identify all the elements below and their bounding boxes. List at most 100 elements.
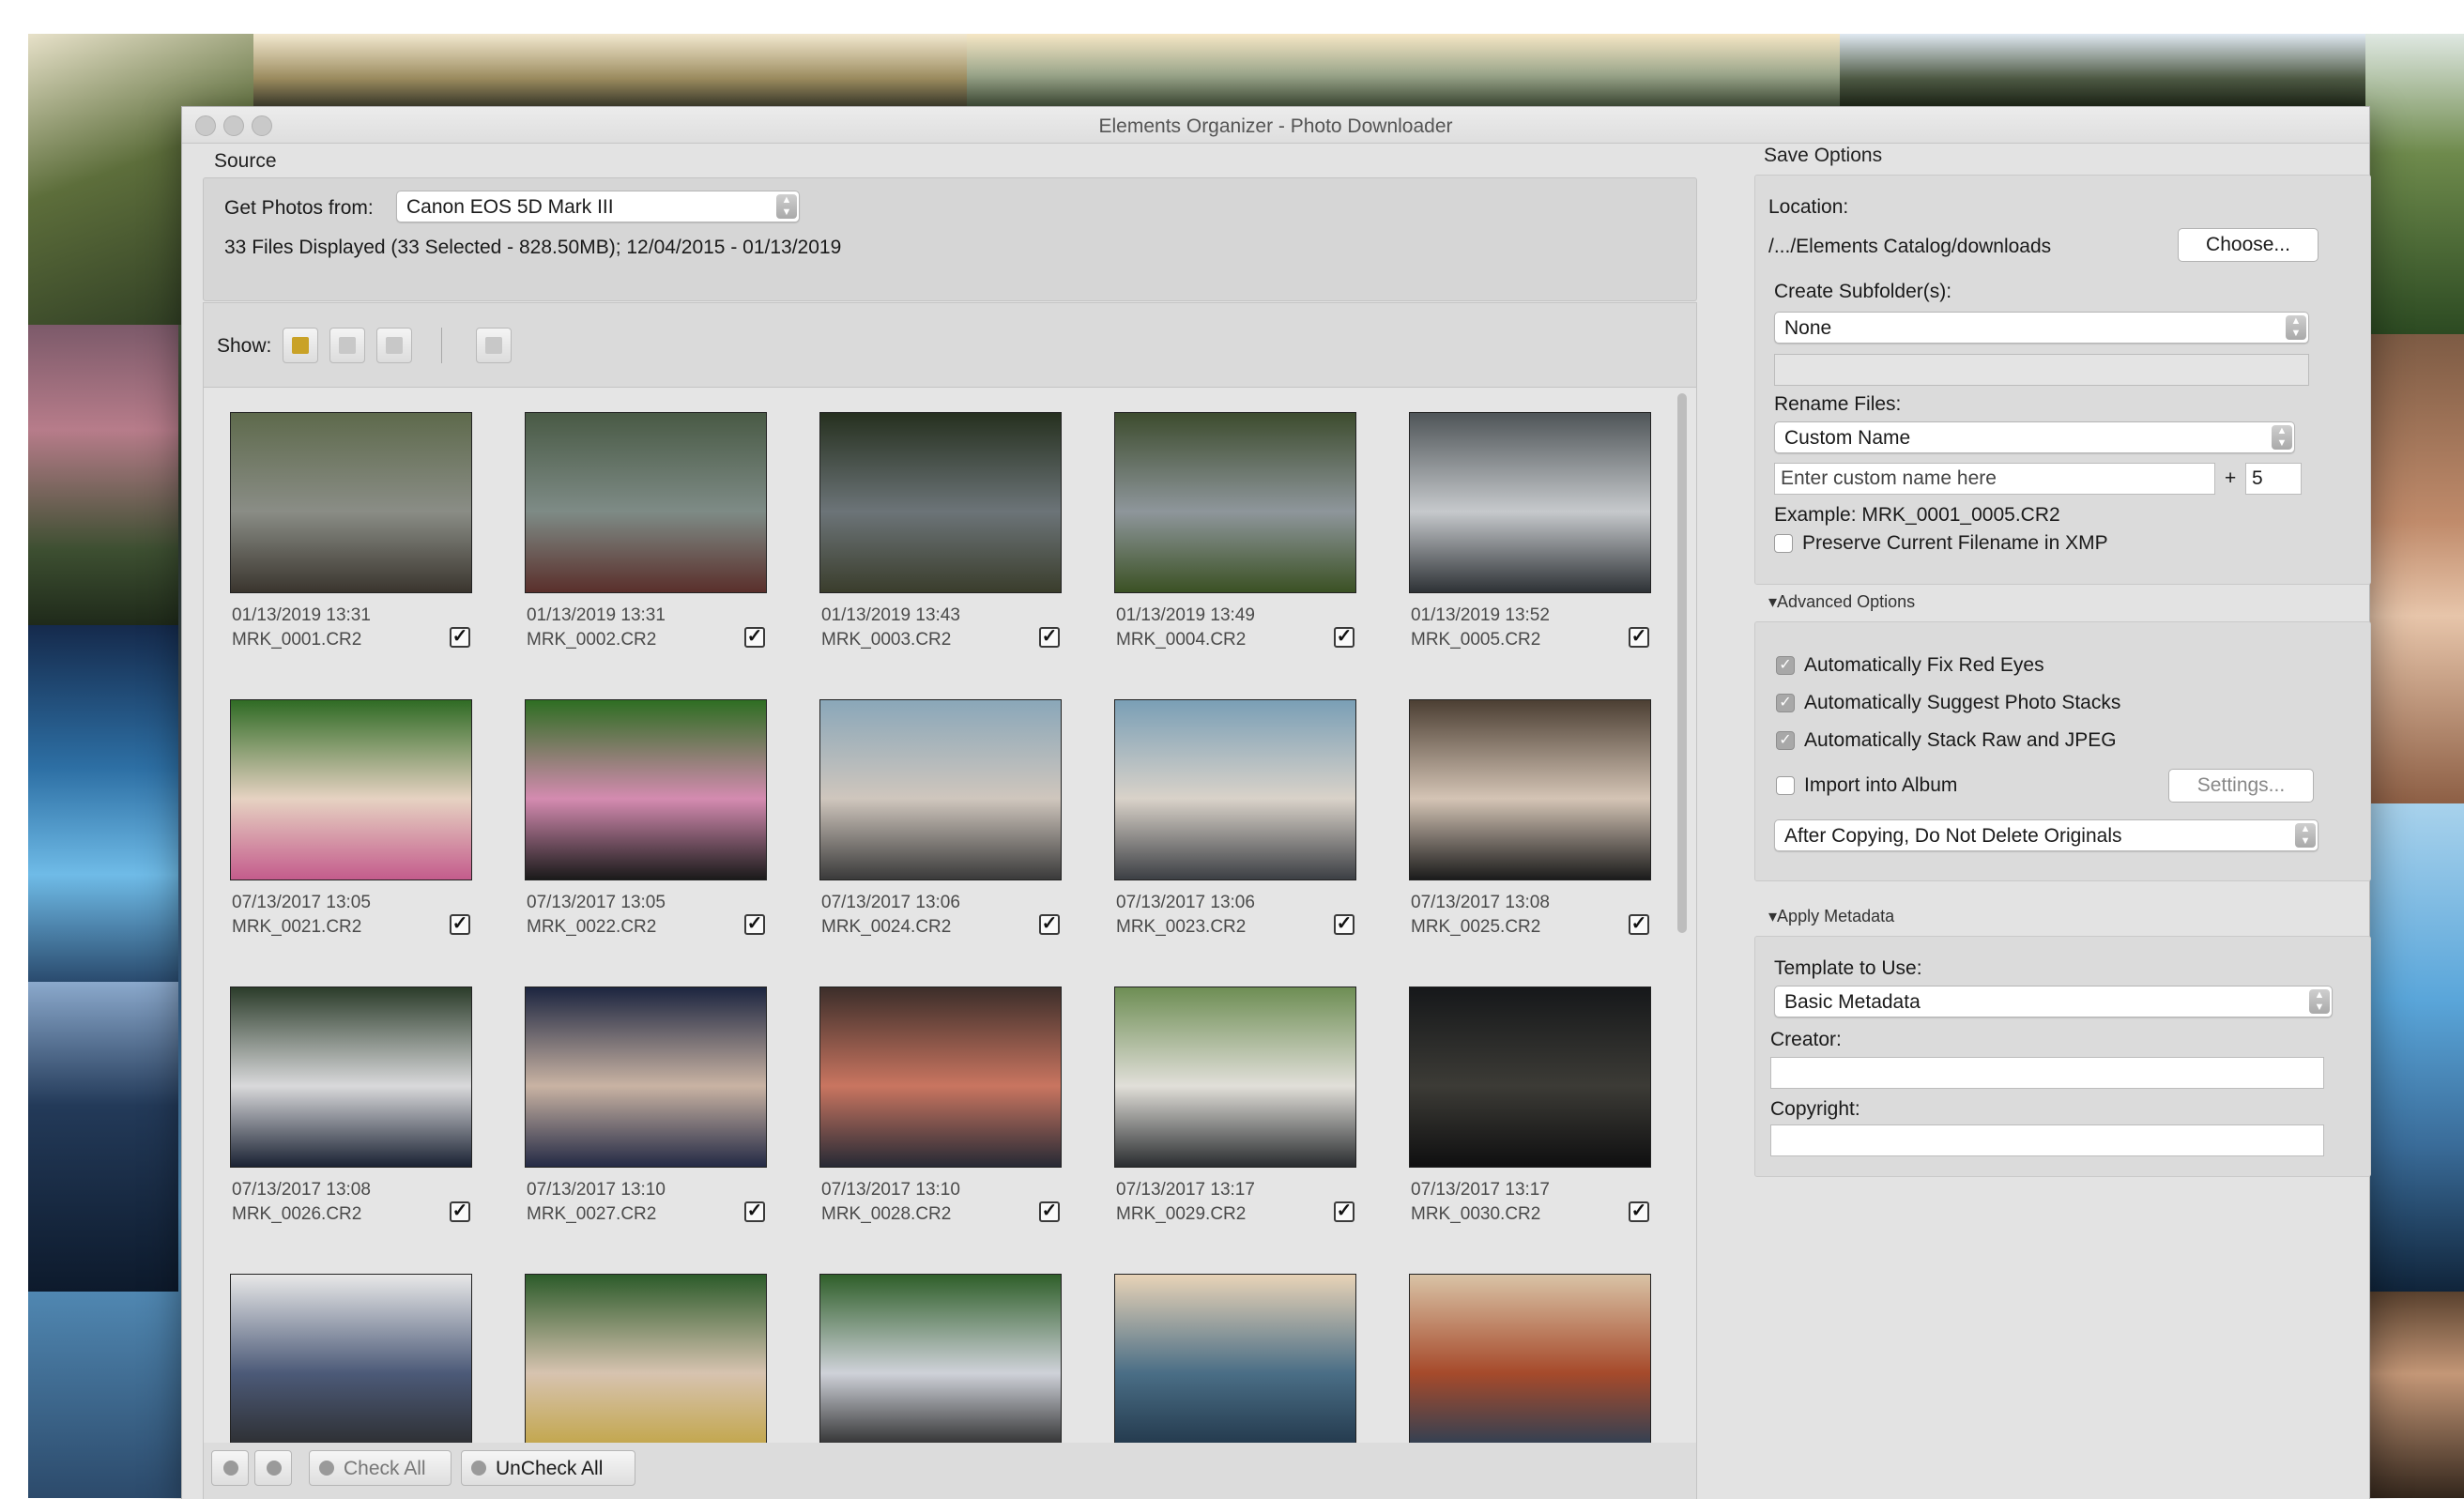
photo-select-checkbox[interactable]: ✓ — [1039, 914, 1060, 935]
photo-select-checkbox[interactable]: ✓ — [1629, 914, 1649, 935]
subfolder-select[interactable]: None ▲ ▼ — [1774, 312, 2309, 344]
photo-select-checkbox[interactable]: ✓ — [450, 914, 470, 935]
thumbnail-item[interactable] — [819, 1274, 1062, 1444]
thumbnail-item[interactable]: 07/13/2017 13:17 MRK_0029.CR2 ✓ — [1114, 987, 1356, 1240]
apply-metadata-toggle[interactable]: ▾Apply Metadata — [1768, 907, 1894, 926]
rename-files-select[interactable]: Custom Name ▲ ▼ — [1774, 421, 2295, 453]
photo-thumbnail[interactable] — [1409, 1274, 1651, 1444]
photo-thumbnail[interactable] — [230, 412, 472, 593]
check-all-icon — [319, 1461, 334, 1476]
title-bar[interactable]: Elements Organizer - Photo Downloader — [182, 107, 2369, 144]
photo-thumbnail[interactable] — [230, 987, 472, 1168]
photo-thumbnail[interactable] — [819, 987, 1062, 1168]
stack-raw-jpeg-checkbox[interactable]: ✓ — [1776, 731, 1795, 750]
photo-thumbnail[interactable] — [525, 987, 767, 1168]
thumbnail-item[interactable]: 07/13/2017 13:10 MRK_0027.CR2 ✓ — [525, 987, 767, 1240]
thumbnail-item[interactable]: 01/13/2019 13:52 MRK_0005.CR2 ✓ — [1409, 412, 1651, 665]
choose-location-button[interactable]: Choose... — [2178, 228, 2319, 262]
advanced-options-toggle[interactable]: ▾Advanced Options — [1768, 592, 1915, 612]
thumbnail-item[interactable]: 07/13/2017 13:08 MRK_0025.CR2 ✓ — [1409, 699, 1651, 953]
thumbnail-item[interactable]: 07/13/2017 13:05 MRK_0021.CR2 ✓ — [230, 699, 472, 953]
import-album-checkbox[interactable] — [1776, 776, 1795, 795]
thumbnail-item[interactable]: 01/13/2019 13:31 MRK_0002.CR2 ✓ — [525, 412, 767, 665]
photo-select-checkbox[interactable]: ✓ — [450, 627, 470, 648]
photo-select-checkbox[interactable]: ✓ — [1334, 1201, 1354, 1222]
template-select[interactable]: Basic Metadata ▲ ▼ — [1774, 986, 2333, 1017]
photo-select-checkbox[interactable]: ✓ — [1629, 627, 1649, 648]
photo-select-checkbox[interactable]: ✓ — [1629, 1201, 1649, 1222]
disclosure-triangle-icon: ▾ — [1768, 592, 1778, 611]
photo-select-checkbox[interactable]: ✓ — [1039, 627, 1060, 648]
thumbnail-item[interactable] — [230, 1274, 472, 1444]
thumbnail-item[interactable] — [1409, 1274, 1651, 1444]
device-select[interactable]: Canon EOS 5D Mark III ▲ ▼ — [396, 191, 800, 222]
photo-thumbnail[interactable] — [1409, 987, 1651, 1168]
thumbnail-item[interactable]: 01/13/2019 13:49 MRK_0004.CR2 ✓ — [1114, 412, 1356, 665]
rotate-left-button[interactable] — [211, 1450, 249, 1486]
photo-thumbnail[interactable] — [819, 1274, 1062, 1444]
thumbnail-item[interactable]: 01/13/2019 13:31 MRK_0001.CR2 ✓ — [230, 412, 472, 665]
photo-select-checkbox[interactable]: ✓ — [744, 914, 765, 935]
thumbnail-item[interactable] — [1114, 1274, 1356, 1444]
thumbnail-item[interactable]: 07/13/2017 13:17 MRK_0030.CR2 ✓ — [1409, 987, 1651, 1240]
photo-select-checkbox[interactable]: ✓ — [744, 1201, 765, 1222]
photo-thumbnail[interactable] — [1409, 699, 1651, 880]
fix-red-eyes-checkbox[interactable]: ✓ — [1776, 656, 1795, 675]
photo-thumbnail[interactable] — [230, 699, 472, 880]
apply-metadata-panel: Template to Use: Basic Metadata ▲ ▼ Creat… — [1754, 936, 2371, 1177]
photo-thumbnail[interactable] — [525, 1274, 767, 1444]
after-copying-select[interactable]: After Copying, Do Not Delete Originals ▲… — [1774, 819, 2319, 851]
start-number-input[interactable]: 5 — [2245, 463, 2302, 495]
photo-thumbnail[interactable] — [1114, 1274, 1356, 1444]
thumbnail-item[interactable]: 01/13/2019 13:43 MRK_0003.CR2 ✓ — [819, 412, 1062, 665]
album-settings-button[interactable]: Settings... — [2168, 769, 2314, 803]
desktop-photo — [1840, 34, 2403, 109]
preserve-filename-checkbox[interactable] — [1774, 534, 1793, 553]
photo-date: 07/13/2017 13:08 — [232, 1180, 371, 1200]
uncheck-all-icon — [471, 1461, 486, 1476]
thumbnail-item[interactable]: 07/13/2017 13:05 MRK_0022.CR2 ✓ — [525, 699, 767, 953]
import-album-label: Import into Album — [1804, 774, 1958, 796]
show-duplicates-toggle[interactable] — [476, 328, 512, 363]
thumbnail-item[interactable]: 07/13/2017 13:06 MRK_0024.CR2 ✓ — [819, 699, 1062, 953]
photo-thumbnail[interactable] — [1114, 412, 1356, 593]
photo-select-checkbox[interactable]: ✓ — [744, 627, 765, 648]
uncheck-all-button[interactable]: UnCheck All — [461, 1450, 635, 1486]
photo-date: 07/13/2017 13:10 — [527, 1180, 666, 1200]
plus-sign: + — [2225, 467, 2237, 489]
photo-thumbnail[interactable] — [819, 412, 1062, 593]
thumbnail-item[interactable]: 07/13/2017 13:08 MRK_0026.CR2 ✓ — [230, 987, 472, 1240]
photo-date: 07/13/2017 13:17 — [1116, 1180, 1255, 1200]
photo-select-checkbox[interactable]: ✓ — [1334, 627, 1354, 648]
photo-thumbnail[interactable] — [525, 699, 767, 880]
photo-date: 07/13/2017 13:17 — [1411, 1180, 1550, 1200]
show-videos-toggle[interactable] — [329, 328, 365, 363]
after-copying-select-value: After Copying, Do Not Delete Originals — [1784, 825, 2122, 847]
photo-thumbnail[interactable] — [1114, 987, 1356, 1168]
photo-thumbnail[interactable] — [525, 412, 767, 593]
photo-select-checkbox[interactable]: ✓ — [1039, 1201, 1060, 1222]
rotate-right-button[interactable] — [254, 1450, 292, 1486]
check-all-button[interactable]: Check All — [309, 1450, 451, 1486]
photo-select-checkbox[interactable]: ✓ — [450, 1201, 470, 1222]
subfolder-select-value: None — [1784, 317, 1832, 339]
suggest-stacks-checkbox[interactable]: ✓ — [1776, 694, 1795, 712]
photo-thumbnail[interactable] — [819, 699, 1062, 880]
creator-input[interactable] — [1770, 1057, 2324, 1089]
photo-date: 07/13/2017 13:05 — [232, 893, 371, 912]
photo-filename: MRK_0004.CR2 — [1116, 630, 1247, 650]
grid-scrollbar[interactable] — [1677, 393, 1687, 933]
photo-thumbnail[interactable] — [230, 1274, 472, 1444]
copyright-input[interactable] — [1770, 1124, 2324, 1156]
photo-thumbnail[interactable] — [1409, 412, 1651, 593]
thumbnail-item[interactable]: 07/13/2017 13:06 MRK_0023.CR2 ✓ — [1114, 699, 1356, 953]
thumbnail-item[interactable] — [525, 1274, 767, 1444]
photo-thumbnail[interactable] — [1114, 699, 1356, 880]
thumbnail-item[interactable]: 07/13/2017 13:10 MRK_0028.CR2 ✓ — [819, 987, 1062, 1240]
desktop-photo — [28, 325, 178, 625]
show-photos-toggle[interactable] — [283, 328, 318, 363]
show-filter-bar: Show: — [203, 302, 1697, 388]
photo-select-checkbox[interactable]: ✓ — [1334, 914, 1354, 935]
show-audio-toggle[interactable] — [376, 328, 412, 363]
custom-name-input[interactable]: Enter custom name here — [1774, 463, 2215, 495]
